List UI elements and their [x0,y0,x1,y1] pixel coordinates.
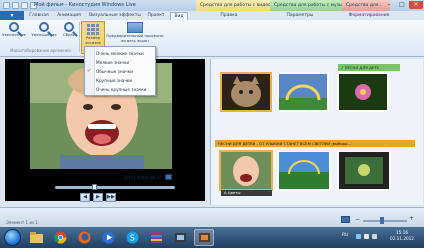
check-icon: ✔ [87,68,92,74]
minimize-button[interactable]: – [383,1,395,9]
menu-item-small[interactable]: Мелкие значки [96,60,129,65]
context-tab-video-tools: Средства для работы с видео [196,0,276,11]
tab-formatting[interactable]: Форматирование [347,12,391,20]
reset-zoom-icon [64,22,74,32]
ribbon-group-label: Масштабирование временно [10,48,71,53]
file-menu-tab[interactable]: ▾ [0,11,24,20]
system-clock[interactable]: 15:16 02.11.2012 [384,230,420,242]
maximize-button[interactable]: □ [396,1,408,9]
fullscreen-icon[interactable] [165,174,172,180]
language-indicator[interactable]: RU [342,233,348,238]
taskbar-skype[interactable]: S [122,229,142,246]
ribbon-separator [79,22,80,52]
fullscreen-preview-icon [127,22,143,33]
tab-options[interactable]: Параметры [282,12,318,20]
next-frame-button[interactable]: ▶▶ [106,193,116,202]
clip-flower[interactable] [337,72,389,112]
zoom-out-button[interactable]: Уменьшение [30,22,58,38]
zoom-in-small-button[interactable]: + [409,215,414,222]
clock-date: 02.11.2012 [390,236,414,241]
taskbar-media-files[interactable] [170,229,190,246]
thumbnail-size-menu-items: Очень мелкие значки Мелкие значки ✔ Обыч… [84,46,156,96]
close-button[interactable]: ✕ [409,1,423,9]
clip-kitten[interactable] [220,72,272,112]
clip-film-frame[interactable] [337,150,391,191]
window-title: Мой фильм - Киностудия Windows Live [34,2,136,8]
tab-visual-effects[interactable]: Визуальные эффекты [88,12,142,20]
music-track-caption[interactable]: ♪ ПЕСНИ ДЛЯ ДЕТЕ [338,64,400,71]
seek-handle[interactable] [92,184,98,190]
storyboard-view-icon[interactable] [341,216,350,223]
volume-icon[interactable] [372,234,377,239]
network-icon[interactable] [364,234,369,239]
clip-green-hills[interactable] [277,150,331,191]
status-bar [0,207,424,228]
seek-bar[interactable] [55,186,175,189]
title-overlay-caption[interactable]: ПЕСНИ ДЛЯ ДЕТЕЙ - ОТ УЛЫБКИ СТАНЕТ ВСЕМ … [215,140,415,147]
zoom-slider[interactable] [363,220,407,222]
tab-animation[interactable]: Анимация [54,12,84,20]
zoom-out-icon [39,22,49,32]
fullscreen-preview-label: Предварительный просмотр во весь экран [106,33,164,43]
context-tab-music-tools: Средства для работы с музыкой [270,0,351,11]
start-button[interactable] [4,229,21,246]
menu-item-extra-large[interactable]: Очень крупные значки [96,87,147,92]
clip-child-smiling[interactable] [219,150,273,191]
thumbnails-icon [87,24,99,35]
clip-caption: A Цветы [221,190,272,196]
app-menu-icon[interactable] [3,2,10,9]
menu-item-medium[interactable]: Обычные значки [96,69,133,74]
taskbar-winrar[interactable] [146,229,166,246]
taskbar-media-player[interactable] [98,229,118,246]
svg-text:S: S [129,234,134,243]
menu-item-extra-small[interactable]: Очень мелкие значки [96,51,144,56]
clip-rainbow-field[interactable] [277,72,329,112]
taskbar-explorer[interactable] [26,229,46,246]
taskbar-firefox[interactable] [74,229,94,246]
tab-project[interactable]: Проект [145,12,167,20]
play-button[interactable]: ▶ [93,193,103,202]
status-text: Элемент 1 из 1 [6,220,38,225]
zoom-in-button[interactable]: Увеличение [2,22,26,38]
zoom-slider-handle[interactable] [380,217,384,224]
playback-time: 00:21,00/00:48,37 [124,175,162,180]
quick-access-toolbar [3,2,37,9]
tab-home[interactable]: Главная [27,12,51,20]
tab-edit[interactable]: Правка [214,12,244,20]
tab-view[interactable]: Вид [170,12,188,20]
fullscreen-preview-button[interactable]: Предварительный просмотр во весь экран [106,22,164,43]
zoom-in-icon [9,22,19,32]
tray-show-hidden-icon[interactable] [356,234,361,239]
taskbar-movie-maker[interactable] [194,229,214,246]
reset-zoom-button[interactable]: Сброс [60,22,78,38]
menu-item-large[interactable]: Крупные значки [96,78,132,83]
thumbnail-size-label: Размер эскизов [85,35,101,45]
previous-frame-button[interactable]: ◀ [80,193,90,202]
taskbar-chrome[interactable] [50,229,70,246]
zoom-out-small-button[interactable]: − [355,216,360,223]
save-icon[interactable] [12,2,19,9]
undo-icon[interactable] [21,2,28,9]
